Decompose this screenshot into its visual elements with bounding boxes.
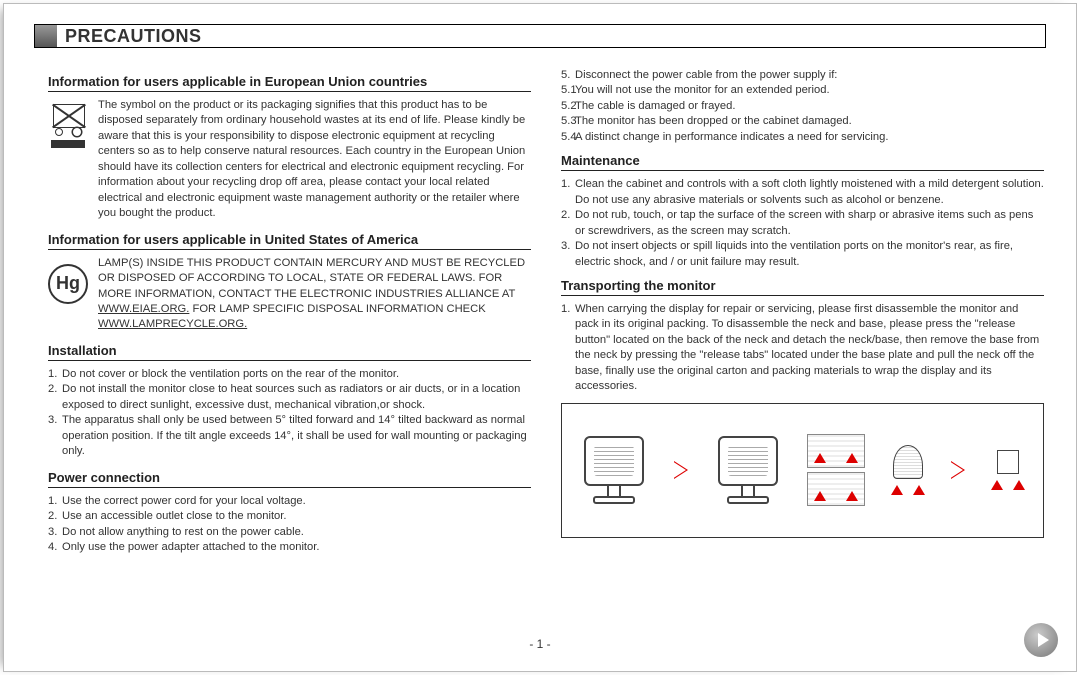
list-item: 5.1You will not use the monitor for an e… [561, 83, 1044, 98]
arrow-up-icon [814, 491, 826, 501]
list-item: 2.Do not rub, touch, or tap the surface … [561, 208, 1044, 239]
neck-piece-icon [990, 450, 1026, 490]
section-title-installation: Installation [48, 343, 531, 361]
list-item: 1.When carrying the display for repair o… [561, 302, 1044, 395]
base-bottom-icon [890, 445, 926, 495]
list-item: 5.4A distinct change in performance indi… [561, 130, 1044, 145]
list-item: 5.3The monitor has been dropped or the c… [561, 114, 1044, 129]
monitor-back-icon [579, 436, 649, 504]
maintenance-list: 1.Clean the cabinet and controls with a … [561, 177, 1044, 270]
list-item: 4.Only use the power adapter attached to… [48, 540, 531, 555]
eu-body-text: The symbol on the product or its packagi… [98, 98, 531, 222]
header-accent-block [35, 25, 57, 47]
link-lamprecycle: WWW.LAMPRECYCLE.ORG. [98, 318, 247, 330]
main-columns: Information for users applicable in Euro… [4, 58, 1076, 555]
hg-symbol: Hg [48, 264, 88, 304]
power-list-continued: 5.Disconnect the power cable from the po… [561, 68, 1044, 83]
list-item: 2.Use an accessible outlet close to the … [48, 509, 531, 524]
list-item: 2.Do not install the monitor close to he… [48, 382, 531, 413]
list-item: 5.2The cable is damaged or frayed. [561, 99, 1044, 114]
left-column: Information for users applicable in Euro… [48, 68, 531, 555]
arrow-up-icon [891, 485, 903, 495]
list-item: 5.Disconnect the power cable from the po… [561, 68, 1044, 83]
us-text-b: FOR LAMP SPECIFIC DISPOSAL INFORMATION C… [189, 303, 485, 315]
us-text-a: LAMP(S) INSIDE THIS PRODUCT CONTAIN MERC… [98, 257, 525, 300]
weee-icon [48, 98, 88, 222]
page-title: PRECAUTIONS [65, 26, 202, 47]
arrow-right-icon [674, 461, 688, 479]
list-item: 1.Clean the cabinet and controls with a … [561, 177, 1044, 208]
list-item: 1.Use the correct power cord for your lo… [48, 494, 531, 509]
list-item: 1.Do not cover or block the ventilation … [48, 367, 531, 382]
power-list: 1.Use the correct power cord for your lo… [48, 494, 531, 556]
transport-diagram [561, 403, 1044, 538]
link-eiae: WWW.EIAE.ORG. [98, 303, 189, 315]
transport-list: 1.When carrying the display for repair o… [561, 302, 1044, 395]
arrow-up-icon [913, 485, 925, 495]
arrow-up-icon [846, 491, 858, 501]
section-title-power: Power connection [48, 470, 531, 488]
section-title-transport: Transporting the monitor [561, 278, 1044, 296]
release-button-detail-icon [807, 434, 865, 468]
installation-list: 1.Do not cover or block the ventilation … [48, 367, 531, 460]
list-item: 3.Do not allow anything to rest on the p… [48, 525, 531, 540]
eu-section-body: The symbol on the product or its packagi… [48, 98, 531, 222]
arrow-right-icon [951, 461, 965, 479]
arrow-up-icon [991, 480, 1003, 490]
page-number: - 1 - [4, 637, 1076, 651]
arrow-up-icon [1013, 480, 1025, 490]
next-page-button[interactable] [1024, 623, 1058, 657]
section-title-eu: Information for users applicable in Euro… [48, 74, 531, 92]
list-item: 3.Do not insert objects or spill liquids… [561, 239, 1044, 270]
arrow-up-icon [846, 453, 858, 463]
us-section-body: Hg LAMP(S) INSIDE THIS PRODUCT CONTAIN M… [48, 256, 531, 333]
detail-stack [807, 434, 865, 506]
list-item: 3.The apparatus shall only be used betwe… [48, 413, 531, 459]
monitor-back-icon [713, 436, 783, 504]
section-title-us: Information for users applicable in Unit… [48, 232, 531, 250]
right-column: 5.Disconnect the power cable from the po… [561, 68, 1044, 555]
us-body-text: LAMP(S) INSIDE THIS PRODUCT CONTAIN MERC… [98, 256, 531, 333]
release-tabs-detail-icon [807, 472, 865, 506]
header-bar: PRECAUTIONS [34, 24, 1046, 48]
mercury-icon: Hg [48, 256, 88, 333]
page-border: PRECAUTIONS Information for users applic… [3, 3, 1077, 672]
power-sublist: 5.1You will not use the monitor for an e… [561, 83, 1044, 145]
section-title-maintenance: Maintenance [561, 153, 1044, 171]
arrow-up-icon [814, 453, 826, 463]
